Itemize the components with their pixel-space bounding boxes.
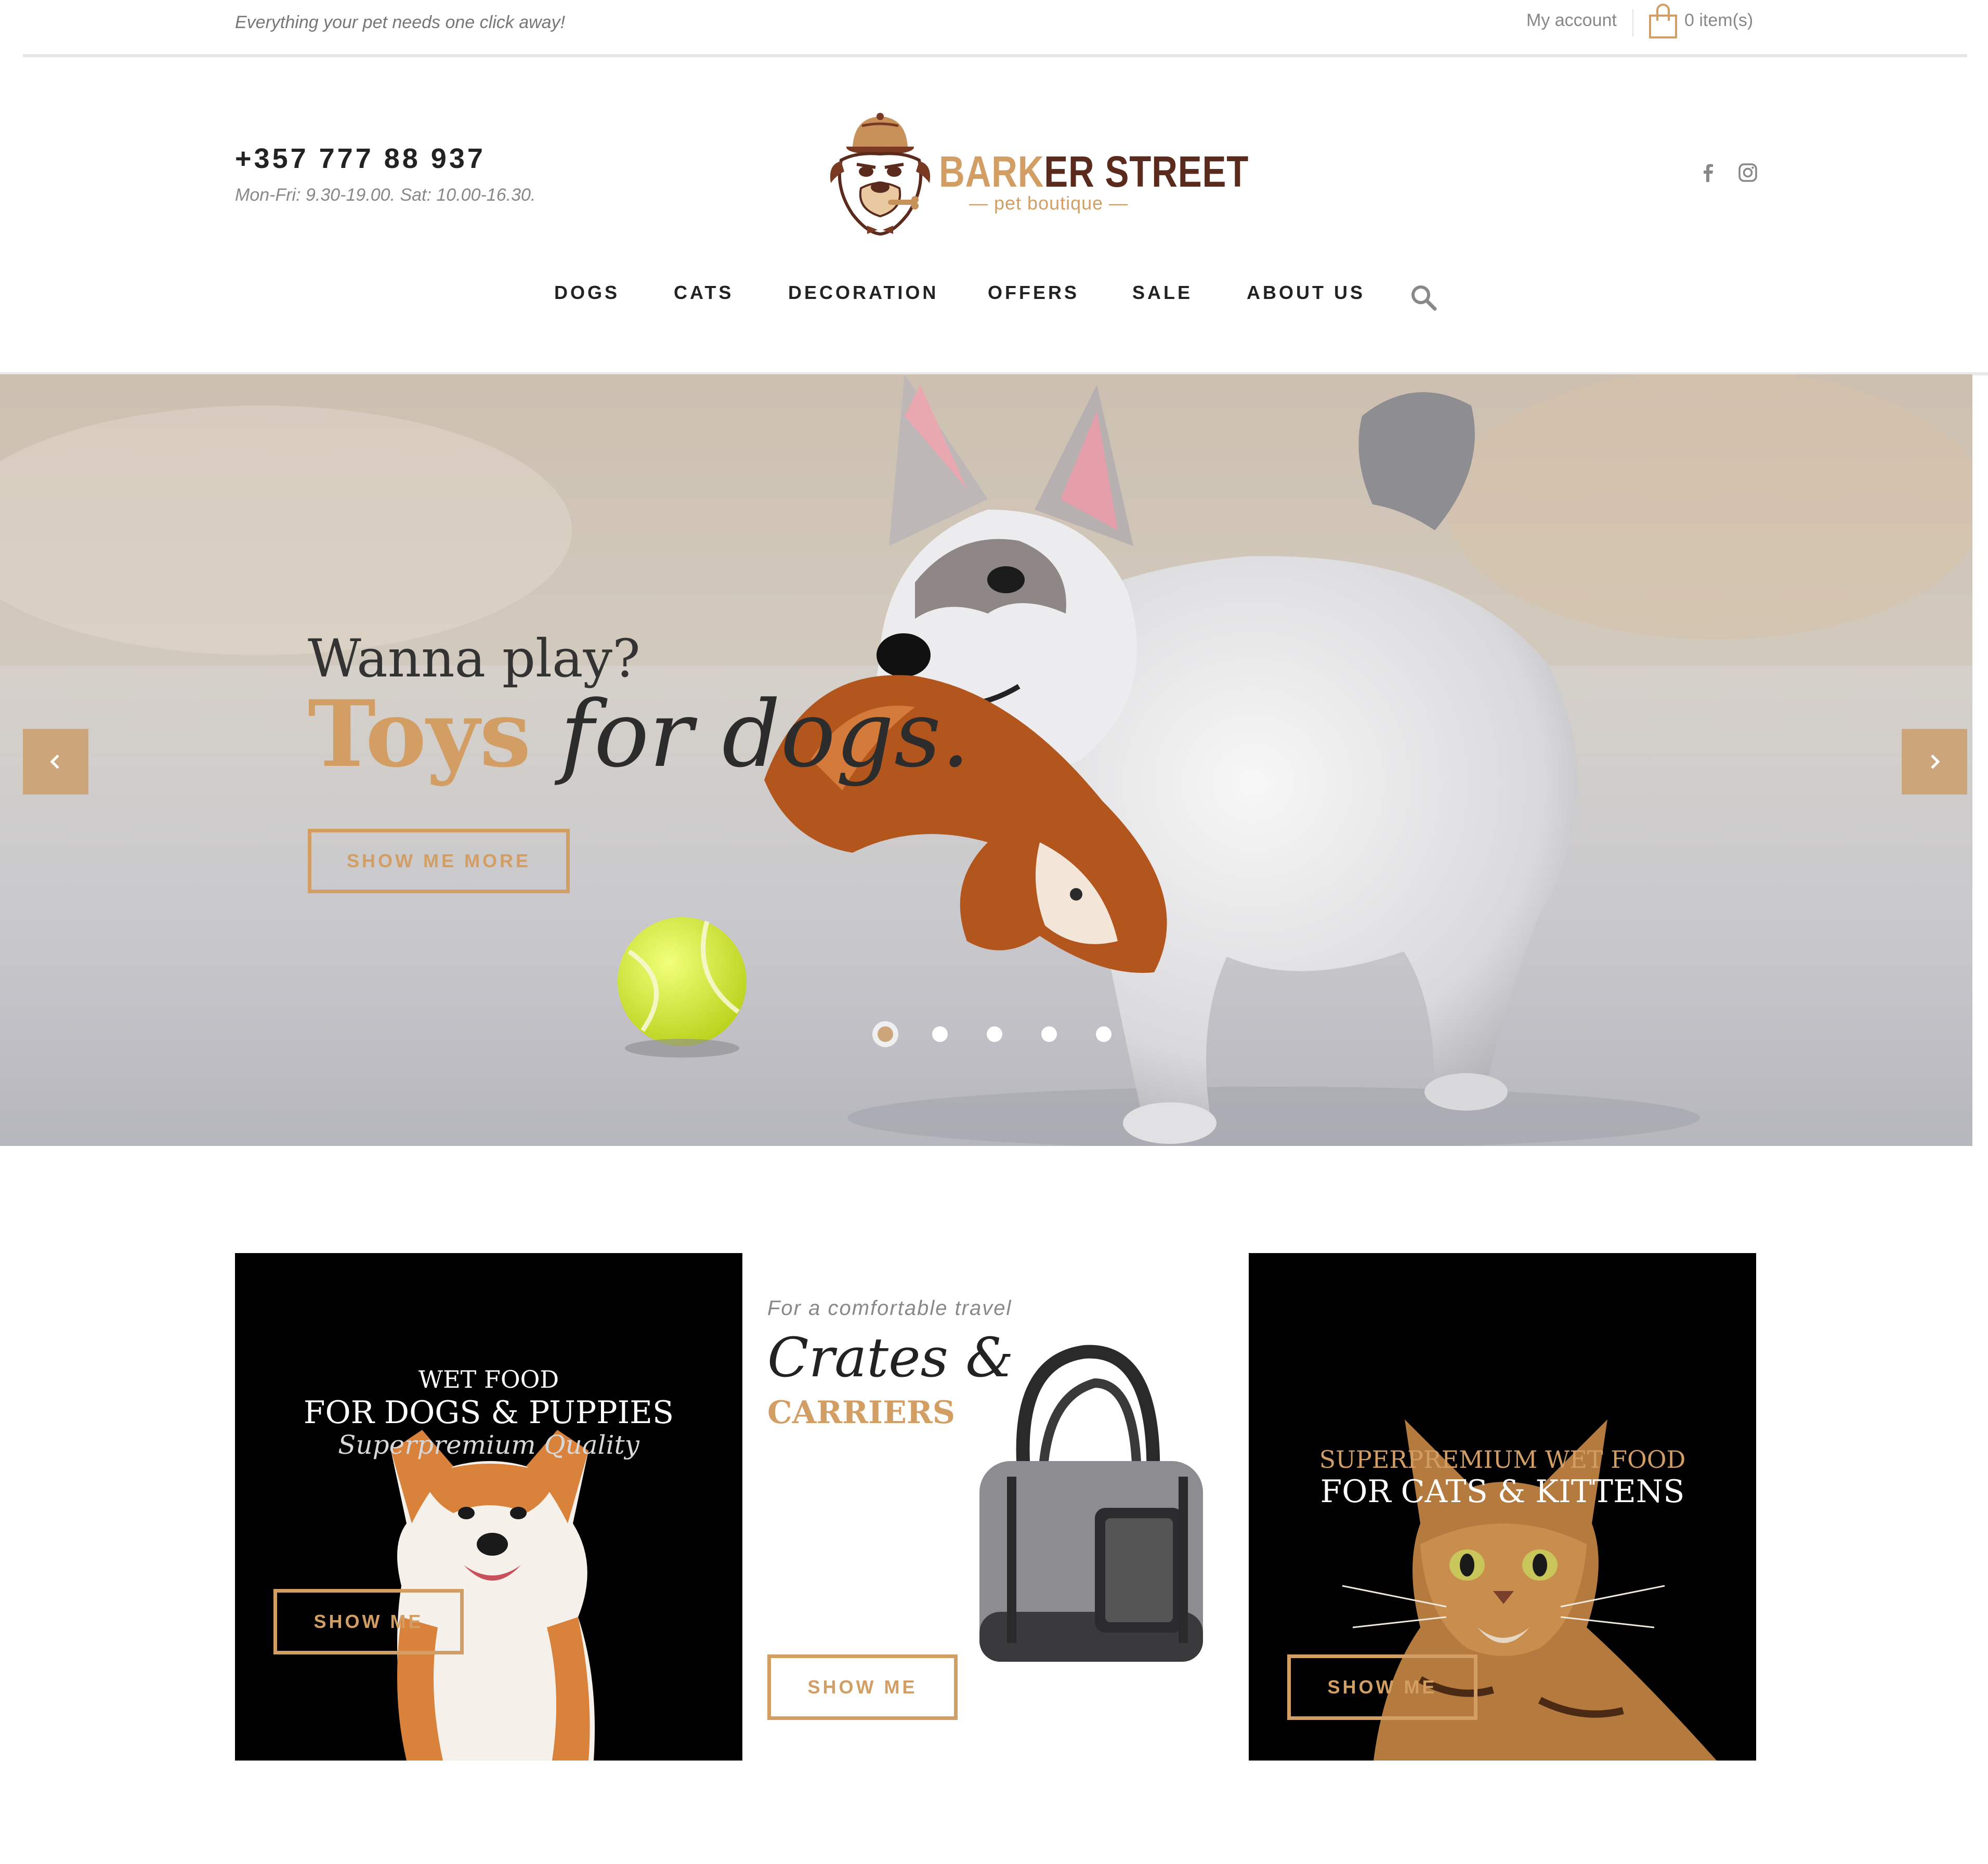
cart-count[interactable]: 0 item(s) xyxy=(1684,10,1753,31)
brand-name-part1: BARK xyxy=(939,147,1044,196)
search-icon[interactable] xyxy=(1409,283,1438,312)
hero-title-rest: for dogs. xyxy=(560,681,971,788)
hero-slide-image xyxy=(0,374,1972,1146)
nav-item-sale[interactable]: SALE xyxy=(1132,282,1193,304)
topbar-divider-line xyxy=(23,54,1967,57)
hero-cta-button[interactable]: SHOW ME MORE xyxy=(308,829,570,893)
slider-next-button[interactable] xyxy=(1902,729,1967,794)
topbar-divider xyxy=(1632,9,1633,36)
bulldog-logo-icon[interactable] xyxy=(826,110,935,236)
promo-card-crates[interactable]: For a comfortable travel Crates & CARRIE… xyxy=(767,1253,1275,1761)
shopping-bag-icon[interactable] xyxy=(1647,3,1679,40)
chevron-left-icon xyxy=(50,754,59,769)
brand-name[interactable]: BARKER STREET xyxy=(939,147,1249,197)
slider-dot-1[interactable] xyxy=(878,1026,893,1042)
tagline: Everything your pet needs one click away… xyxy=(235,12,566,32)
cats-card-button[interactable]: SHOW ME xyxy=(1287,1654,1477,1720)
brand-name-part2: ER STREET xyxy=(1044,147,1249,196)
slider-dot-4[interactable] xyxy=(1041,1026,1057,1042)
hero-title-accent: Toys xyxy=(308,680,531,788)
chevron-right-icon xyxy=(1931,754,1940,769)
nav-item-offers[interactable]: OFFERS xyxy=(988,282,1079,304)
slider-dot-2[interactable] xyxy=(932,1026,948,1042)
crates-card-kicker: For a comfortable travel xyxy=(767,1297,1012,1320)
promo-card-cat-food[interactable]: SUPERPREMIUM WET FOOD FOR CATS & KITTENS… xyxy=(1249,1253,1756,1761)
my-account-link[interactable]: My account xyxy=(1526,10,1617,31)
crates-card-subtitle: CARRIERS xyxy=(767,1394,956,1431)
pet-carrier-image xyxy=(979,1345,1203,1662)
brand-tagline: — pet boutique — xyxy=(969,192,1129,214)
instagram-icon[interactable] xyxy=(1736,161,1759,184)
dogs-card-button[interactable]: SHOW ME xyxy=(273,1589,464,1654)
crates-card-title: Crates & xyxy=(767,1326,1014,1389)
slider-prev-button[interactable] xyxy=(23,729,88,794)
nav-item-about-us[interactable]: ABOUT US xyxy=(1247,282,1365,304)
crates-card-button[interactable]: SHOW ME xyxy=(767,1654,958,1720)
hero-title: Toys for dogs. xyxy=(308,688,970,780)
dogs-card-line2: FOR DOGS & PUPPIES xyxy=(303,1394,674,1431)
facebook-icon[interactable] xyxy=(1697,161,1720,184)
nav-item-dogs[interactable]: DOGS xyxy=(554,282,620,304)
nav-item-decoration[interactable]: DECORATION xyxy=(788,282,938,304)
slider-dot-5[interactable] xyxy=(1096,1026,1111,1042)
dogs-card-line3: Superpremium Quality xyxy=(338,1430,639,1460)
dogs-card-line1: WET FOOD xyxy=(418,1365,559,1393)
akita-dog-image xyxy=(391,1430,595,1761)
phone-number[interactable]: +357 777 88 937 xyxy=(235,142,486,175)
opening-hours: Mon-Fri: 9.30-19.00. Sat: 10.00-16.30. xyxy=(235,185,536,205)
slider-dot-3[interactable] xyxy=(987,1026,1002,1042)
cats-card-line1: SUPERPREMIUM WET FOOD xyxy=(1319,1445,1686,1474)
cats-card-line2: FOR CATS & KITTENS xyxy=(1320,1474,1685,1510)
main-navigation: DOGS CATS DECORATION OFFERS SALE ABOUT U… xyxy=(0,282,1988,313)
promo-card-dog-food[interactable]: WET FOOD FOR DOGS & PUPPIES Superpremium… xyxy=(235,1253,742,1761)
nav-item-cats[interactable]: CATS xyxy=(674,282,734,304)
